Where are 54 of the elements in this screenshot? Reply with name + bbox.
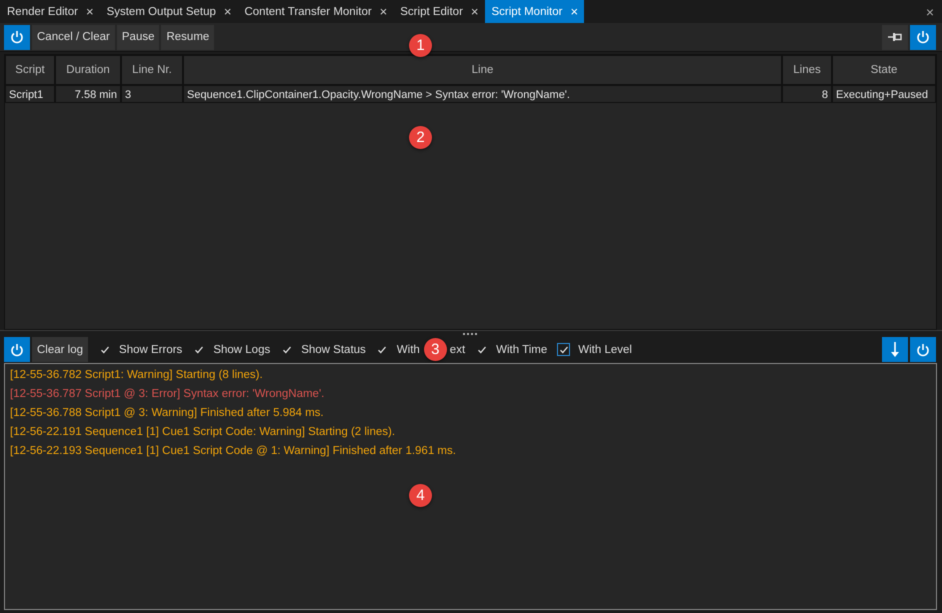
power-icon: [916, 342, 930, 356]
table-cell: 7.58 min: [55, 85, 121, 103]
table-cell: 8: [782, 85, 832, 103]
tab[interactable]: Script Monitor ×: [484, 0, 584, 23]
power-icon: [916, 30, 930, 44]
checkbox-label: With Time: [496, 344, 548, 356]
toolbar-button[interactable]: Cancel / Clear: [32, 24, 115, 50]
close-icon[interactable]: ×: [224, 4, 232, 19]
checkbox[interactable]: [557, 343, 570, 356]
tab[interactable]: Render Editor ×: [0, 0, 100, 23]
power-icon: [10, 342, 24, 356]
close-icon[interactable]: ×: [926, 4, 934, 20]
checkbox-label: Show Status: [301, 344, 366, 356]
tab[interactable]: Content Transfer Monitor ×: [237, 0, 394, 23]
callout-badge: 3: [424, 338, 447, 361]
checkbox-label: Show Errors: [119, 344, 182, 356]
column-header[interactable]: Lines: [782, 55, 832, 85]
log-line: [12-55-36.788 Script1 @ 3: Warning] Finished after 5.984 ms.: [10, 406, 325, 421]
table-cell: Executing+Paused: [832, 85, 936, 103]
close-icon[interactable]: ×: [470, 4, 478, 19]
close-icon[interactable]: ×: [380, 4, 388, 19]
checkbox-label: ext: [450, 344, 466, 356]
tab[interactable]: System Output Setup ×: [100, 0, 238, 23]
pin-button[interactable]: [882, 24, 908, 50]
scroll-down-button[interactable]: [882, 337, 908, 362]
column-header[interactable]: Duration: [55, 55, 121, 85]
checkbox-label: Show Logs: [213, 344, 270, 356]
power-button[interactable]: [4, 337, 30, 362]
pin-icon: [888, 32, 902, 42]
column-header[interactable]: Line Nr.: [121, 55, 183, 85]
table-cell: Script1: [5, 85, 55, 103]
clear-log-button[interactable]: Clear log: [32, 337, 88, 362]
column-header[interactable]: Line: [183, 55, 782, 85]
close-icon[interactable]: ×: [570, 4, 578, 19]
power-button[interactable]: [4, 24, 30, 50]
close-icon[interactable]: ×: [86, 4, 94, 19]
checkbox-label: With Level: [578, 344, 632, 356]
tab[interactable]: Script Editor ×: [393, 0, 484, 23]
table-cell: 3: [121, 85, 183, 103]
power-button[interactable]: [910, 24, 936, 50]
log-line: [12-56-22.193 Sequence1 [1] Cue1 Script Code @ 1: Warning] Finished after 1.961 ms.: [10, 444, 457, 459]
toolbar-button[interactable]: Resume: [161, 24, 214, 50]
checkbox-label: With: [396, 344, 420, 356]
column-header[interactable]: Script: [5, 55, 55, 85]
grip-icon[interactable]: [463, 332, 479, 336]
table-cell: Sequence1.ClipContainer1.Opacity.WrongName > Syntax error: 'WrongName'.: [183, 85, 782, 103]
power-icon: [10, 30, 24, 44]
log-line: [12-55-36.782 Script1: Warning] Starting (8 lines).: [10, 368, 264, 383]
arrow-down-icon: [889, 342, 901, 358]
log-line: [12-56-22.191 Sequence1 [1] Cue1 Script Code: Warning] Starting (2 lines).: [10, 425, 396, 440]
log-line: [12-55-36.787 Script1 @ 3: Error] Syntax error: 'WrongName'.: [10, 387, 326, 402]
power-button[interactable]: [910, 337, 936, 362]
column-header[interactable]: State: [832, 55, 936, 85]
toolbar-button[interactable]: Pause: [116, 24, 160, 50]
